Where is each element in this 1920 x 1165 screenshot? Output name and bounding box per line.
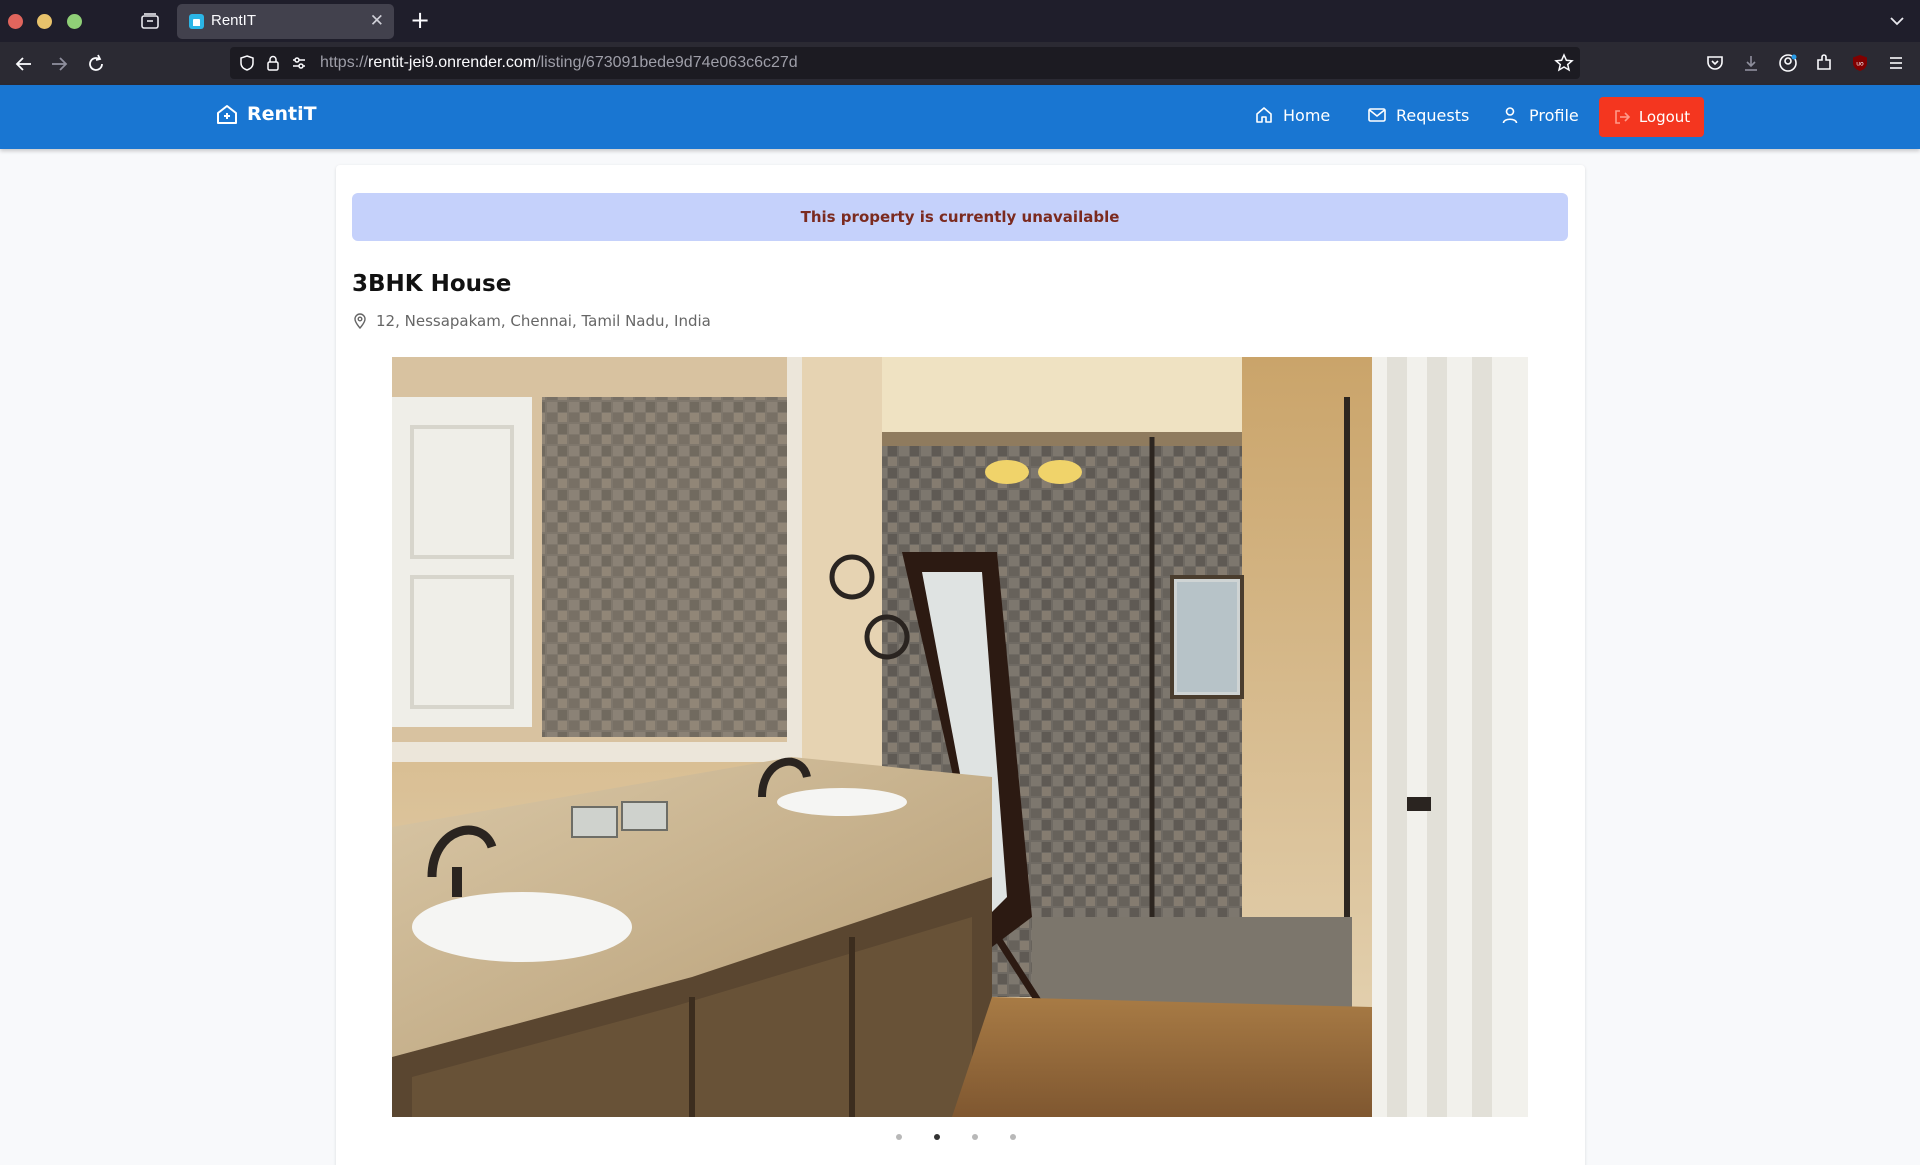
nav-home-label: Home bbox=[1283, 105, 1331, 125]
brand-name: RentiT bbox=[247, 103, 317, 125]
lock-icon[interactable] bbox=[264, 54, 282, 72]
logout-label: Logout bbox=[1638, 108, 1691, 126]
user-icon bbox=[1502, 107, 1518, 124]
logout-button[interactable]: Logout bbox=[1599, 97, 1704, 137]
unavailable-alert: This property is currently unavailable bbox=[352, 193, 1568, 241]
url-text[interactable]: https://rentit-jei9.onrender.com/listing… bbox=[320, 54, 798, 72]
nav-requests[interactable]: Requests bbox=[1367, 105, 1469, 125]
maximize-window-button[interactable] bbox=[67, 14, 82, 29]
bathroom-photo bbox=[392, 357, 1528, 1117]
nav-requests-label: Requests bbox=[1396, 105, 1470, 125]
ublock-icon[interactable]: uo bbox=[1850, 53, 1870, 73]
url-path: /listing/673091bede9d74e063c6c27d bbox=[536, 54, 798, 71]
house-plus-icon bbox=[217, 105, 237, 124]
url-scheme: https:// bbox=[320, 54, 369, 71]
logout-icon bbox=[1615, 110, 1630, 124]
svg-text:uo: uo bbox=[1856, 61, 1864, 68]
back-icon[interactable] bbox=[13, 53, 35, 75]
forward-icon[interactable] bbox=[48, 53, 70, 75]
carousel-dot-3[interactable] bbox=[972, 1134, 978, 1140]
account-icon[interactable] bbox=[1778, 53, 1798, 73]
shield-icon[interactable] bbox=[238, 54, 256, 72]
tab-rentit[interactable]: RentIT ✕ bbox=[177, 4, 394, 39]
tab-overview-icon[interactable] bbox=[140, 11, 160, 31]
carousel-dot-2[interactable] bbox=[934, 1134, 940, 1140]
browser-tab-bar: RentIT ✕ + bbox=[0, 0, 1920, 42]
close-window-button[interactable] bbox=[8, 14, 23, 29]
address-text: 12, Nessapakam, Chennai, Tamil Nadu, Ind… bbox=[376, 312, 711, 330]
listing-address: 12, Nessapakam, Chennai, Tamil Nadu, Ind… bbox=[352, 312, 711, 330]
permissions-icon[interactable] bbox=[290, 54, 308, 72]
location-pin-icon bbox=[354, 313, 366, 329]
extensions-icon[interactable] bbox=[1814, 53, 1834, 73]
nav-profile-label: Profile bbox=[1529, 105, 1579, 125]
carousel-image[interactable] bbox=[392, 357, 1528, 1117]
address-bar[interactable]: https://rentit-jei9.onrender.com/listing… bbox=[230, 47, 1580, 79]
listing-card: This property is currently unavailable 3… bbox=[336, 165, 1585, 1165]
home-icon bbox=[1256, 107, 1272, 123]
tab-list-chevron-icon[interactable] bbox=[1888, 12, 1906, 30]
close-tab-icon[interactable]: ✕ bbox=[370, 10, 384, 32]
carousel-indicators bbox=[896, 1134, 1016, 1140]
menu-icon[interactable] bbox=[1886, 53, 1906, 73]
carousel-dot-1[interactable] bbox=[896, 1134, 902, 1140]
reload-icon[interactable] bbox=[85, 53, 107, 75]
nav-profile[interactable]: Profile bbox=[1500, 105, 1579, 125]
new-tab-icon[interactable]: + bbox=[410, 6, 430, 34]
tab-title: RentIT bbox=[211, 12, 257, 29]
pocket-icon[interactable] bbox=[1705, 53, 1725, 73]
browser-toolbar: https://rentit-jei9.onrender.com/listing… bbox=[0, 42, 1920, 85]
url-host: rentit-jei9.onrender.com bbox=[368, 54, 537, 71]
nav-home[interactable]: Home bbox=[1254, 105, 1330, 125]
listing-title: 3BHK House bbox=[352, 271, 512, 297]
favicon-icon bbox=[189, 14, 204, 29]
downloads-icon[interactable] bbox=[1741, 53, 1761, 73]
site-header: RentiT Home Requests Profile Logout bbox=[0, 85, 1920, 149]
brand-link[interactable]: RentiT bbox=[215, 102, 317, 126]
minimize-window-button[interactable] bbox=[37, 14, 52, 29]
bookmark-star-icon[interactable] bbox=[1554, 53, 1574, 73]
mail-icon bbox=[1368, 108, 1386, 122]
carousel-dot-4[interactable] bbox=[1010, 1134, 1016, 1140]
